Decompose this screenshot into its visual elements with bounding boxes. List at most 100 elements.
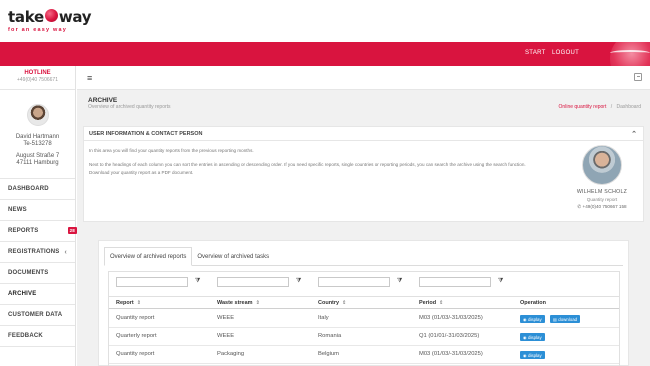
sort-icon[interactable]: ⇕	[137, 300, 141, 306]
sidebar-item-reports[interactable]: REPORTS 28	[0, 221, 77, 242]
info-text: In this area you will find your quantity…	[89, 147, 559, 177]
logo-ball-icon	[44, 8, 58, 22]
display-button[interactable]: ◉ display	[520, 315, 545, 323]
table-row: Quarterly report WEEE Romania Q1 (01/01/…	[109, 328, 619, 346]
chevron-up-icon[interactable]: ⌃	[631, 130, 637, 138]
page-header: ARCHIVE Overview of archived quantity re…	[77, 90, 650, 118]
main-nav-band: START LOGOUT	[0, 42, 650, 66]
button-label: display	[528, 316, 542, 322]
sidebar-item-label: FEEDBACK	[8, 333, 43, 339]
sort-icon[interactable]: ⇕	[256, 300, 260, 306]
column-header-country[interactable]: Country ⇕	[318, 300, 346, 306]
user-name: David Hartmann	[15, 134, 60, 140]
cell-period: Q1 (01/01/-31/03/2025)	[419, 333, 480, 339]
archive-tab-panel: Overview of archived reports Overview of…	[98, 240, 629, 366]
main-content: ARCHIVE Overview of archived quantity re…	[77, 90, 650, 366]
tab-bar: Overview of archived reports Overview of…	[104, 247, 274, 266]
user-street: August Straße 7	[15, 153, 60, 159]
button-label: display	[528, 352, 542, 358]
country-filter-input[interactable]	[318, 277, 390, 287]
sort-icon[interactable]: ⇕	[342, 300, 346, 306]
column-header-report[interactable]: Report ⇕	[116, 300, 141, 306]
sidebar: HOTLINE +49(0)40 7506671 David Hartmann …	[0, 66, 77, 366]
info-line: Download your quantity report as a PDF d…	[89, 170, 194, 175]
period-filter-input[interactable]	[419, 277, 491, 287]
reports-count-badge: 28	[67, 227, 77, 234]
sort-icon[interactable]: ⇕	[439, 300, 443, 306]
contact-role: Quantity report	[586, 197, 618, 202]
info-panel-title: USER INFORMATION & CONTACT PERSON	[89, 130, 203, 137]
sidebar-item-documents[interactable]: DOCUMENTS	[0, 263, 75, 284]
table-row: Quantity report Packaging Belgium M03 (0…	[109, 346, 619, 364]
menu-icon[interactable]: ≡	[87, 73, 92, 83]
info-line: In this area you will find your quantity…	[89, 148, 254, 153]
tab-archived-tasks[interactable]: Overview of archived tasks	[192, 247, 274, 266]
avatar	[26, 104, 49, 126]
contact-name: WILHELM SCHOLZ	[576, 189, 628, 195]
sidebar-item-label: NEWS	[8, 207, 27, 213]
cell-country: Romania	[318, 333, 342, 339]
breadcrumb-separator: /	[610, 104, 613, 110]
column-header-period[interactable]: Period ⇕	[419, 300, 443, 306]
sidebar-item-label: REGISTRATIONS	[8, 249, 60, 255]
breadcrumb: Online quantity report / Dashboard	[559, 104, 641, 110]
chevron-left-icon: ‹	[64, 248, 67, 256]
sidebar-item-archive[interactable]: ARCHIVE	[0, 284, 75, 305]
download-button[interactable]: ▤ download	[550, 315, 581, 323]
sidebar-item-registrations[interactable]: REGISTRATIONS ‹	[0, 242, 75, 263]
contact-phone-number: +49(0)40 750667 158	[582, 204, 627, 209]
sidebar-item-label: DOCUMENTS	[8, 270, 49, 276]
hotline-label: HOTLINE	[24, 70, 51, 76]
display-button[interactable]: ◉ display	[520, 333, 545, 341]
eye-icon: ◉	[523, 316, 527, 322]
cell-country: Belgium	[318, 351, 339, 357]
sidebar-item-feedback[interactable]: FEEDBACK	[0, 326, 75, 347]
logout-icon[interactable]	[634, 73, 642, 81]
eye-icon: ◉	[523, 334, 527, 340]
page-title: ARCHIVE	[88, 97, 118, 104]
tab-archived-reports[interactable]: Overview of archived reports	[104, 247, 193, 266]
sidebar-item-label: CUSTOMER DATA	[8, 312, 63, 318]
sidebar-item-customer-data[interactable]: CUSTOMER DATA	[0, 305, 75, 326]
logo-wordmark: take way	[8, 8, 92, 26]
brand-swoosh-decoration	[610, 50, 650, 56]
takeaway-logo[interactable]: take way for an easy way	[8, 8, 92, 33]
user-info-panel: USER INFORMATION & CONTACT PERSON ⌃ In t…	[83, 126, 644, 222]
sidebar-item-label: DASHBOARD	[8, 186, 49, 192]
filter-icon[interactable]: ⧩	[296, 278, 301, 285]
column-header-label: Waste stream	[217, 300, 253, 306]
filter-icon[interactable]: ⧩	[195, 278, 200, 285]
hotline-number[interactable]: +49(0)40 7506671	[0, 77, 75, 83]
sidebar-item-dashboard[interactable]: DASHBOARD	[0, 179, 75, 200]
cell-waste-stream: Packaging	[217, 351, 245, 357]
report-filter-input[interactable]	[116, 277, 188, 287]
button-label: display	[528, 334, 542, 340]
filter-icon[interactable]: ⧩	[498, 278, 503, 285]
column-header-waste-stream[interactable]: Waste stream ⇕	[217, 300, 260, 306]
info-line: Next to the headings of each column you …	[89, 162, 526, 167]
sidebar-item-label: REPORTS	[8, 228, 39, 234]
contact-person: WILHELM SCHOLZ Quantity report ✆ +49(0)4…	[567, 145, 637, 210]
display-button[interactable]: ◉ display	[520, 351, 545, 359]
cell-report: Quarterly report	[116, 333, 157, 339]
download-icon: ▤	[553, 316, 557, 322]
sidebar-item-news[interactable]: NEWS	[0, 200, 75, 221]
waste-stream-filter-input[interactable]	[217, 277, 289, 287]
column-header-label: Period	[419, 300, 437, 306]
cell-report: Quantity report	[116, 315, 155, 321]
button-label: download	[558, 316, 578, 322]
user-profile: David Hartmann Te-513278 August Straße 7…	[0, 90, 75, 179]
cell-waste-stream: WEEE	[217, 333, 235, 339]
eye-icon: ◉	[523, 352, 527, 358]
filter-row: ⧩ ⧩ ⧩ ⧩	[109, 272, 619, 292]
nav-start-link[interactable]: START	[525, 50, 546, 56]
contact-photo	[582, 145, 622, 185]
info-panel-header[interactable]: USER INFORMATION & CONTACT PERSON ⌃	[84, 127, 643, 141]
contact-phone[interactable]: ✆ +49(0)40 750667 158	[567, 204, 637, 210]
filter-icon[interactable]: ⧩	[397, 278, 402, 285]
nav-logout-link[interactable]: LOGOUT	[552, 50, 579, 56]
top-bar: take way for an easy way	[0, 0, 650, 42]
breadcrumb-link[interactable]: Online quantity report	[559, 104, 607, 110]
page-subtitle: Overview of archived quantity reports	[88, 104, 171, 110]
table-header: Report ⇕ Waste stream ⇕ Country ⇕ Period ⇕ O…	[109, 296, 619, 309]
